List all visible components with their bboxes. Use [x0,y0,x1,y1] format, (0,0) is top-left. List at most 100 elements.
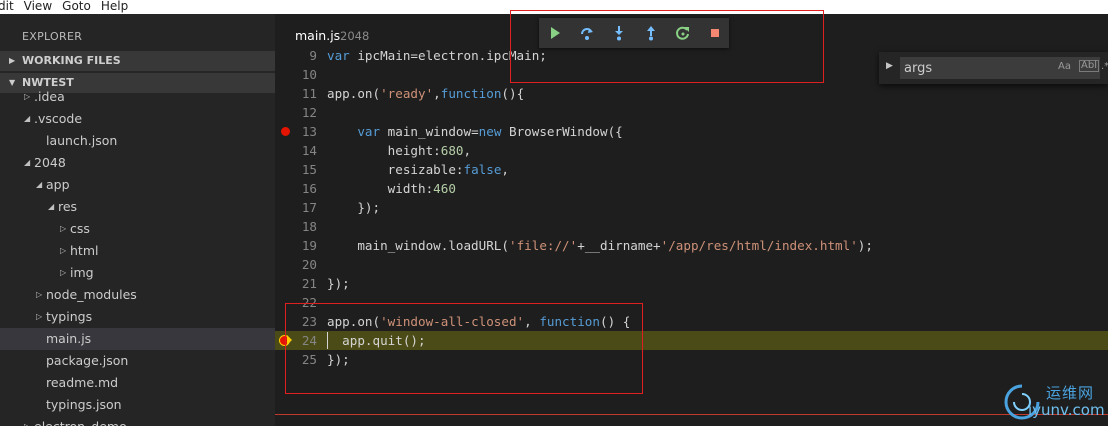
tree-item-label: app [46,177,70,192]
explorer-sidebar: EXPLORER ▶ WORKING FILES ▼ NWTEST ▷ .idea… [0,14,275,426]
chevron-right-icon[interactable]: ▷ [60,240,66,262]
tree-item-label: launch.json [46,133,118,148]
menu-goto[interactable]: Goto [62,0,91,14]
code-text: main_window.loadURL('file://'+__dirname+… [327,236,873,255]
tree-item-label: 2048 [34,155,66,170]
tree-item[interactable]: main.js [0,328,275,350]
continue-icon[interactable] [547,25,563,41]
watermark-text: 运维网 [1046,384,1095,402]
code-token: }); [327,352,350,367]
chevron-down-icon[interactable]: ◢ [24,108,30,130]
line-number: 21 [301,276,317,291]
tree-item[interactable]: typings.json [0,394,275,416]
step-out-icon[interactable] [643,25,659,41]
chevron-right-icon[interactable]: ▷ [36,306,42,328]
code-text: }); [327,198,380,217]
code-text: app.on('window-all-closed', function() { [327,312,630,331]
menu-edit[interactable]: dit [0,0,14,14]
code-text: app.quit(); [327,331,426,350]
tree-item[interactable]: ▷ img [0,262,275,284]
code-text: app.on('ready',function(){ [327,84,524,103]
code-token: height: [327,143,441,158]
code-text: }); [327,274,350,293]
code-line: 11 app.on('ready',function(){ [275,84,1108,103]
line-number: 24 [301,333,317,348]
code-line: 14 height:680, [275,141,1108,160]
code-token: (){ [501,86,525,101]
code-text: resizable:false, [327,160,509,179]
code-token: function [440,86,502,101]
code-token: app.on( [327,86,381,101]
chevron-right-icon[interactable]: ▷ [60,218,66,240]
line-number: 23 [301,314,317,329]
working-files-section[interactable]: ▶ WORKING FILES [0,51,275,71]
tree-item[interactable]: ▷ electron_demo [0,416,275,426]
tree-item-label: typings.json [46,397,122,412]
tree-item-label: res [58,199,78,214]
tree-item[interactable]: ▷ typings [0,306,275,328]
code-token: }); [327,200,381,215]
menu-bar: dit View Goto Help [0,0,1108,14]
line-number: 9 [309,48,317,63]
chevron-right-icon[interactable]: ▷ [36,284,42,306]
code-token: var [357,124,381,139]
code-token: main_window.loadURL( [327,238,509,253]
tree-item[interactable]: ▷ .idea [0,86,275,108]
step-into-icon[interactable] [611,25,627,41]
chevron-right-icon[interactable]: ▷ [24,86,30,108]
code-token: app.quit(); [327,333,426,348]
tree-item-label: electron_demo [34,416,127,426]
code-line: 17 }); [275,198,1108,217]
line-number: 10 [301,67,317,82]
code-token: 680 [440,143,464,158]
chevron-right-icon[interactable]: ▷ [60,262,66,284]
regex-toggle[interactable]: .* [1101,61,1108,72]
code-line: 25}); [275,350,1108,369]
tree-item[interactable]: ▷ css [0,218,275,240]
code-line: 13 var main_window=new BrowserWindow({ [275,122,1108,141]
chevron-down-icon[interactable]: ◢ [48,196,54,218]
restart-icon[interactable] [675,25,691,41]
find-widget: ▶ Aa Abl .* [879,52,1108,84]
tree-item[interactable]: launch.json [0,130,275,152]
code-text: width:460 [327,179,456,198]
step-over-icon[interactable] [579,25,595,41]
code-line: 21}); [275,274,1108,293]
tree-item[interactable]: ◢ app [0,174,275,196]
tree-item[interactable]: ◢ .vscode [0,108,275,130]
line-number: 11 [301,86,317,101]
chevron-down-icon[interactable]: ◢ [24,152,30,174]
line-number: 18 [301,219,317,234]
execution-pointer-icon [287,335,292,345]
tab-main-js[interactable]: main.js [295,28,340,43]
tree-item[interactable]: ◢ res [0,196,275,218]
whole-word-toggle[interactable]: Abl [1079,60,1099,72]
menu-view[interactable]: View [24,0,52,14]
code-text: var ipcMain=electron.ipcMain; [327,46,547,65]
stop-icon[interactable] [707,25,723,41]
tree-item[interactable]: ◢ 2048 [0,152,275,174]
match-case-toggle[interactable]: Aa [1058,61,1071,72]
tree-item[interactable]: ▷ node_modules [0,284,275,306]
code-token: app.on( [327,314,381,329]
code-token: , [433,86,441,101]
chevron-right-icon[interactable]: ▷ [24,416,30,426]
code-line: 18 [275,217,1108,236]
section-label: WORKING FILES [22,54,121,67]
debug-toolbar [539,18,729,48]
tree-item[interactable]: readme.md [0,372,275,394]
code-line: 20 [275,255,1108,274]
code-token: , [501,162,509,177]
chevron-down-icon[interactable]: ◢ [36,174,42,196]
line-number: 17 [301,200,317,215]
menu-help[interactable]: Help [101,0,128,14]
code-token: width: [327,181,434,196]
code-token: 'file://' [508,238,578,253]
breakpoint-icon[interactable] [281,127,290,136]
tree-item[interactable]: ▷ html [0,240,275,262]
tree-item-label: package.json [46,353,129,368]
code-line: 12 [275,103,1108,122]
chevron-right-icon[interactable]: ▶ [886,61,893,71]
explorer-title: EXPLORER [22,30,83,43]
tree-item[interactable]: package.json [0,350,275,372]
